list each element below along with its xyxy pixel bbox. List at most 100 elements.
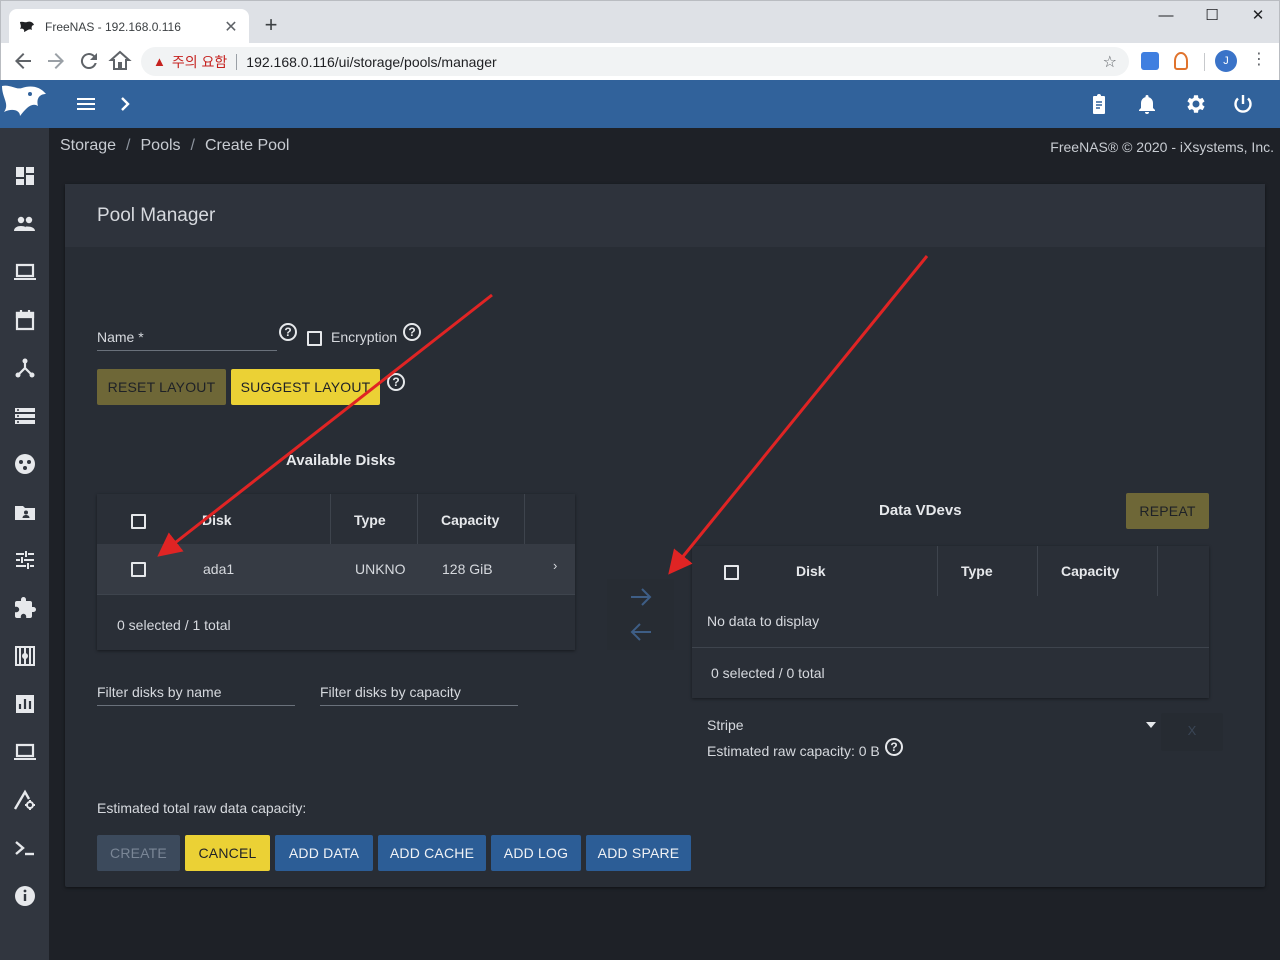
breadcrumb-pools[interactable]: Pools	[141, 137, 181, 159]
filter-capacity-input[interactable]	[320, 705, 518, 706]
filter-name-label: Filter disks by name	[97, 684, 222, 700]
breadcrumb: Storage / Pools / Create Pool	[60, 137, 289, 159]
app-topbar	[0, 80, 1280, 128]
column-header-disk[interactable]: Disk	[202, 512, 232, 528]
column-header-type[interactable]: Type	[354, 512, 386, 528]
notifications-icon[interactable]	[1135, 92, 1159, 116]
extension-icon[interactable]	[1141, 52, 1159, 70]
estimated-total-capacity: Estimated total raw data capacity:	[97, 800, 307, 816]
shell-icon[interactable]	[13, 836, 37, 860]
storage-icon[interactable]	[13, 404, 37, 428]
vdev-column-header-disk[interactable]: Disk	[796, 563, 826, 579]
freenas-favicon-icon	[20, 21, 34, 32]
network-icon[interactable]	[13, 356, 37, 380]
available-selection-count: 0 selected / 1 total	[117, 617, 231, 633]
star-icon[interactable]: ☆	[1103, 52, 1117, 72]
add-spare-button[interactable]: ADD SPARE	[586, 835, 691, 871]
sharing-icon[interactable]	[13, 500, 37, 524]
new-tab-button[interactable]: +	[259, 13, 283, 37]
column-divider	[1037, 546, 1038, 596]
jails-icon[interactable]	[13, 644, 37, 668]
vdev-estimated-raw-capacity: Estimated raw capacity: 0 B	[707, 743, 880, 759]
encryption-help-icon[interactable]: ?	[403, 323, 421, 341]
omnibox-separator	[236, 53, 238, 70]
breadcrumb-create-pool: Create Pool	[204, 137, 290, 154]
vdev-column-header-capacity[interactable]: Capacity	[1061, 563, 1119, 579]
move-right-arrow-icon[interactable]	[629, 587, 653, 607]
tab-close-icon[interactable]: ✕	[223, 17, 239, 37]
add-data-button[interactable]: ADD DATA	[275, 835, 373, 871]
address-bar[interactable]: ▲ 주의 요함 192.168.0.116/ui/storage/pools/m…	[141, 47, 1129, 76]
name-help-icon[interactable]: ?	[279, 323, 297, 341]
tasks-icon[interactable]	[13, 308, 37, 332]
filter-capacity-label: Filter disks by capacity	[320, 684, 461, 700]
vdev-layout-select[interactable]: Stripe	[707, 717, 744, 733]
freenas-logo-icon[interactable]	[0, 80, 49, 128]
transfer-buttons	[607, 579, 674, 650]
row-checkbox[interactable]	[131, 562, 146, 577]
card-header: Pool Manager	[65, 184, 1265, 247]
profile-avatar[interactable]: J	[1215, 50, 1237, 72]
window-close-icon[interactable]: ✕	[1235, 5, 1280, 29]
breadcrumb-storage[interactable]: Storage	[60, 137, 116, 159]
page-title: Pool Manager	[97, 205, 216, 226]
reset-layout-button[interactable]: RESET LAYOUT	[97, 369, 226, 405]
reporting-icon[interactable]	[13, 692, 37, 716]
menu-icon[interactable]: ⋮	[1251, 49, 1267, 69]
directory-services-icon[interactable]	[13, 452, 37, 476]
task-manager-icon[interactable]	[1087, 92, 1111, 116]
add-cache-button[interactable]: ADD CACHE	[378, 835, 486, 871]
guide-icon[interactable]	[13, 884, 37, 908]
power-icon[interactable]	[1231, 92, 1255, 116]
cancel-button[interactable]: CANCEL	[185, 835, 270, 871]
url-text[interactable]: 192.168.0.116/ui/storage/pools/manager	[246, 54, 496, 70]
settings-gear-icon[interactable]	[1183, 92, 1207, 116]
browser-tab-strip: FreeNAS - 192.168.0.116 ✕ + — ☐ ✕	[0, 0, 1280, 44]
column-divider	[1157, 546, 1158, 596]
suggest-layout-help-icon[interactable]: ?	[387, 373, 405, 391]
system-icon[interactable]	[13, 260, 37, 284]
vdev-column-header-type[interactable]: Type	[961, 563, 993, 579]
name-input[interactable]	[97, 350, 277, 351]
select-all-vdev-checkbox[interactable]	[724, 565, 739, 580]
minimize-icon[interactable]: —	[1143, 5, 1189, 29]
copyright: FreeNAS® © 2020 - iXsystems, Inc.	[1050, 139, 1274, 155]
move-left-arrow-icon[interactable]	[629, 622, 653, 642]
browser-tab[interactable]: FreeNAS - 192.168.0.116 ✕	[9, 9, 249, 44]
home-icon[interactable]	[108, 49, 132, 73]
filter-name-input[interactable]	[97, 705, 295, 706]
create-button[interactable]: CREATE	[97, 835, 180, 871]
encryption-checkbox[interactable]	[307, 331, 322, 346]
column-header-capacity[interactable]: Capacity	[441, 512, 499, 528]
security-warning[interactable]: 주의 요함	[172, 52, 227, 72]
maximize-icon[interactable]: ☐	[1189, 5, 1235, 29]
vdev-empty-message: No data to display	[707, 613, 820, 629]
table-row[interactable]: ada1 UNKNO 128 GiB ›	[97, 544, 575, 594]
hamburger-menu-icon[interactable]	[74, 92, 98, 116]
services-icon[interactable]	[13, 548, 37, 572]
forward-icon[interactable]	[44, 49, 68, 73]
table-divider	[97, 594, 575, 595]
warning-icon: ▲	[153, 54, 166, 69]
dashboard-icon[interactable]	[13, 164, 37, 188]
repeat-button[interactable]: REPEAT	[1126, 493, 1209, 529]
display-system-processes-icon[interactable]	[13, 788, 37, 812]
column-divider	[937, 546, 938, 596]
remove-vdev-button[interactable]: X	[1161, 713, 1223, 751]
virtual-machines-icon[interactable]	[13, 740, 37, 764]
browser-toolbar: ▲ 주의 요함 192.168.0.116/ui/storage/pools/m…	[0, 43, 1280, 80]
reload-icon[interactable]	[77, 49, 101, 73]
add-log-button[interactable]: ADD LOG	[491, 835, 581, 871]
vdev-capacity-help-icon[interactable]: ?	[885, 738, 903, 756]
back-icon[interactable]	[11, 49, 35, 73]
accounts-icon[interactable]	[13, 212, 37, 236]
plugins-icon[interactable]	[13, 596, 37, 620]
extension-lock-icon[interactable]	[1174, 52, 1188, 70]
select-all-available-checkbox[interactable]	[131, 514, 146, 529]
column-divider	[524, 494, 525, 544]
row-expand-chevron-icon[interactable]: ›	[553, 558, 557, 573]
suggest-layout-button[interactable]: SUGGEST LAYOUT	[231, 369, 380, 405]
dropdown-arrow-icon[interactable]	[1145, 721, 1157, 729]
encryption-label: Encryption	[331, 329, 398, 345]
chevron-right-icon[interactable]	[113, 92, 137, 116]
